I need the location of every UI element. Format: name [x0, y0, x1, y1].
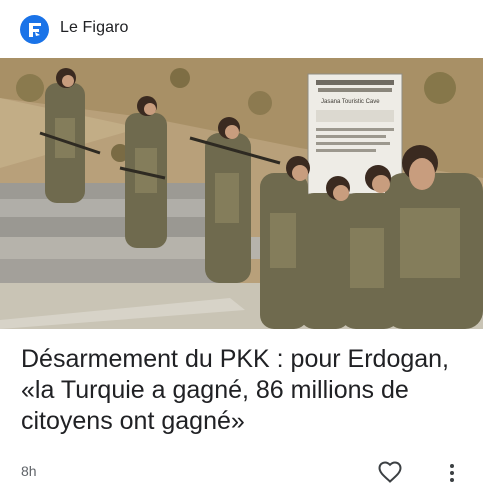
article-headline[interactable]: Désarmement du PKK : pour Erdogan, «la T… [21, 344, 471, 437]
heart-icon[interactable] [377, 460, 403, 484]
article-header: Le Figaro [0, 0, 483, 58]
more-vert-icon[interactable] [442, 460, 462, 486]
source-name[interactable]: Le Figaro [60, 19, 129, 37]
article-age: 8h [21, 463, 37, 479]
article-image[interactable]: Jasana Touristic Cave [0, 58, 483, 329]
le-figaro-logo-icon[interactable] [20, 15, 49, 44]
sign-text: Jasana Touristic Cave [321, 99, 380, 105]
